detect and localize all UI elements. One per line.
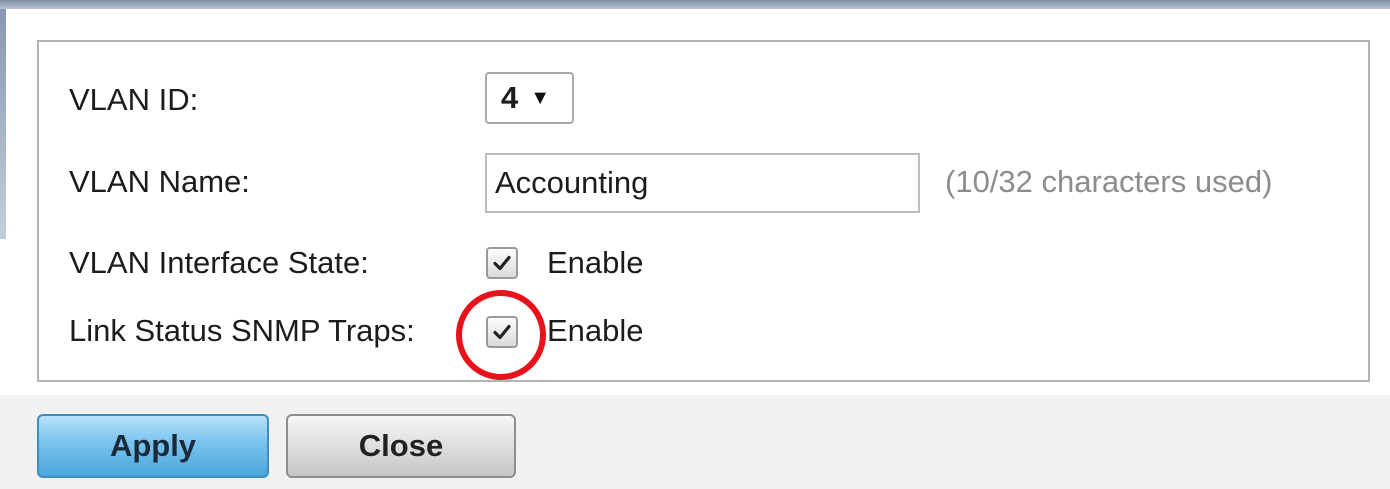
vlan-name-label: VLAN Name: xyxy=(69,164,250,199)
apply-button[interactable]: Apply xyxy=(37,414,269,478)
window-top-edge xyxy=(0,0,1390,9)
interface-state-label: VLAN Interface State: xyxy=(69,245,369,280)
checkmark-icon xyxy=(493,255,511,271)
vlan-id-label: VLAN ID: xyxy=(69,82,199,117)
checkmark-icon xyxy=(493,324,511,340)
interface-state-checkbox[interactable] xyxy=(486,247,518,279)
chevron-down-icon: ▼ xyxy=(530,86,551,109)
snmp-traps-label: Link Status SNMP Traps: xyxy=(69,313,415,348)
vlan-id-value: 4 xyxy=(501,80,519,115)
close-button[interactable]: Close xyxy=(286,414,516,478)
vlan-name-input[interactable] xyxy=(485,153,920,213)
snmp-traps-enable-label: Enable xyxy=(547,313,644,348)
snmp-traps-checkbox[interactable] xyxy=(486,316,518,348)
char-count-hint: (10/32 characters used) xyxy=(945,164,1273,199)
window-left-edge xyxy=(0,9,6,239)
vlan-id-select[interactable]: 4 ▼ xyxy=(485,72,574,124)
interface-state-enable-label: Enable xyxy=(547,245,644,280)
